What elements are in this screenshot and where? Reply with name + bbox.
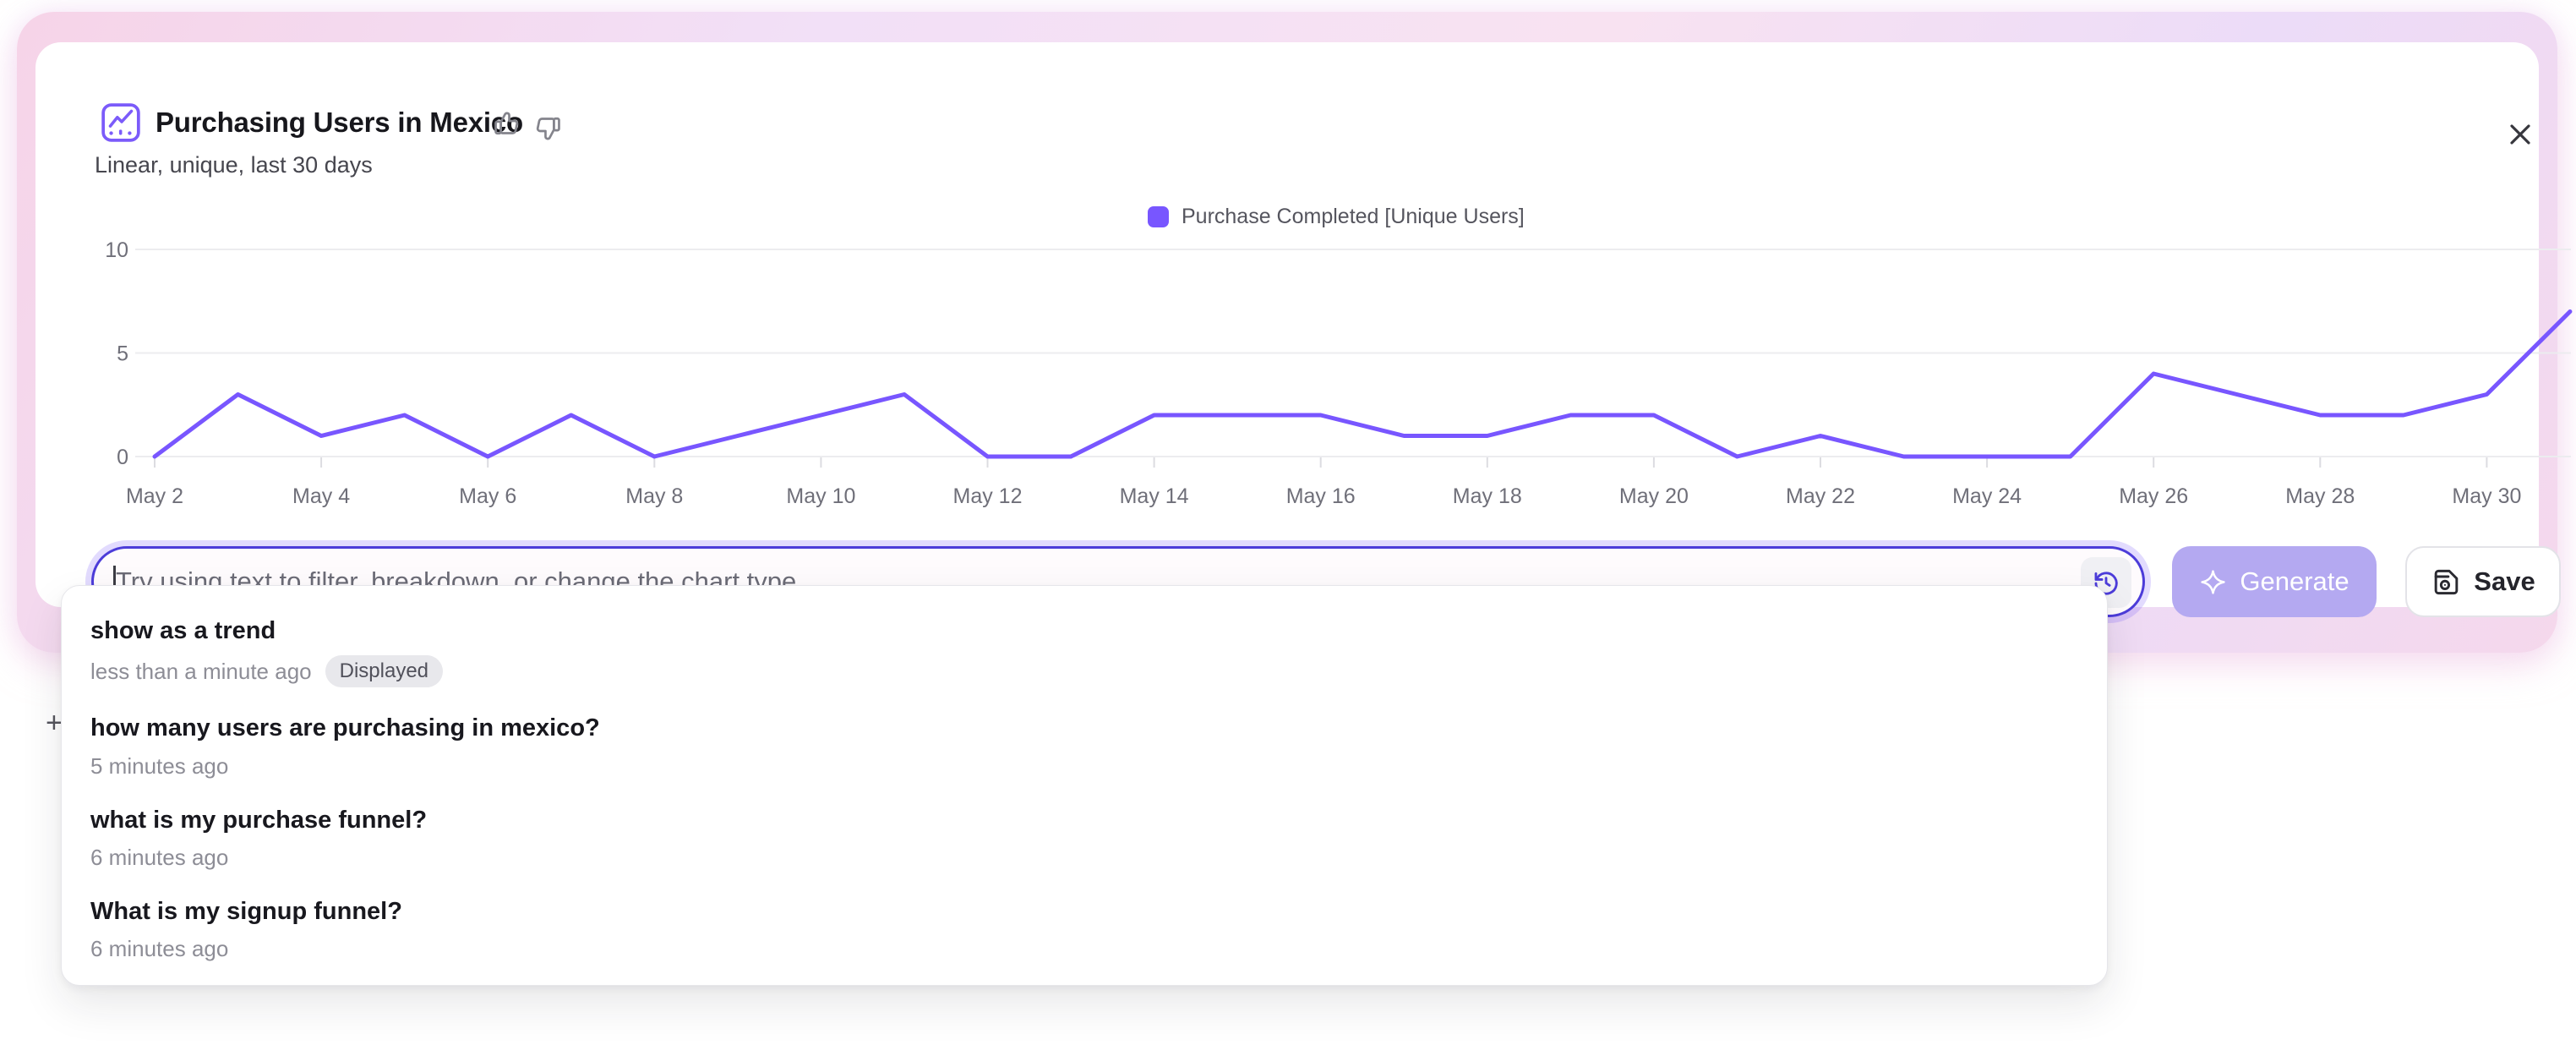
- insight-card: Purchasing Users in Mexico Linear, uniqu…: [35, 42, 2539, 607]
- history-dropdown: show as a trend less than a minute ago D…: [61, 585, 2108, 986]
- thumbs-down-icon: [534, 113, 563, 142]
- plus-icon: +: [46, 707, 63, 740]
- thumbs-up-button[interactable]: [492, 110, 521, 139]
- x-axis-label: May 8: [625, 484, 683, 508]
- y-axis-label: 10: [105, 238, 128, 262]
- x-axis-label: May 12: [953, 484, 1023, 508]
- close-button[interactable]: [2502, 117, 2539, 154]
- history-item[interactable]: how many users are purchasing in mexico?…: [62, 700, 2107, 791]
- history-item-time: 6 minutes ago: [90, 845, 228, 871]
- x-axis-label: May 18: [1453, 484, 1522, 508]
- sparkle-icon: [2199, 568, 2227, 596]
- generate-button[interactable]: Generate: [2172, 546, 2377, 617]
- page-background: Purchasing Users in Mexico Linear, uniqu…: [0, 0, 2576, 1045]
- thumbs-down-button[interactable]: [534, 113, 563, 142]
- history-item-time: 5 minutes ago: [90, 753, 228, 780]
- data-series-line: [155, 312, 2570, 457]
- x-axis-label: May 20: [1619, 484, 1689, 508]
- save-label: Save: [2474, 566, 2535, 597]
- y-axis-label: 5: [117, 342, 128, 366]
- close-icon: [2503, 118, 2537, 151]
- generate-label: Generate: [2240, 566, 2349, 597]
- legend-label: Purchase Completed [Unique Users]: [1182, 205, 1525, 229]
- history-item[interactable]: What is my signup funnel? 6 minutes ago: [62, 884, 2107, 975]
- history-item-query: how many users are purchasing in mexico?: [90, 713, 2078, 743]
- x-axis-label: May 22: [1786, 484, 1855, 508]
- y-axis-label: 0: [117, 446, 128, 469]
- history-item[interactable]: show as a trend less than a minute ago D…: [62, 603, 2107, 700]
- x-axis-label: May 28: [2285, 484, 2355, 508]
- history-item[interactable]: what is my purchase funnel? 6 minutes ag…: [62, 792, 2107, 884]
- x-axis-label: May 10: [786, 484, 855, 508]
- history-item-query: show as a trend: [90, 616, 2078, 646]
- history-item-time: less than a minute ago: [90, 659, 312, 685]
- legend-swatch: [1148, 206, 1169, 227]
- history-item-query: What is my signup funnel?: [90, 896, 2078, 927]
- history-item-time: 6 minutes ago: [90, 936, 228, 962]
- save-icon: [2431, 566, 2462, 598]
- card-subtitle: Linear, unique, last 30 days: [95, 152, 373, 178]
- save-button[interactable]: Save: [2405, 546, 2561, 617]
- x-axis-label: May 14: [1120, 484, 1189, 508]
- x-axis-label: May 4: [292, 484, 350, 508]
- card-title: Purchasing Users in Mexico: [156, 107, 523, 139]
- x-axis-label: May 30: [2452, 484, 2521, 508]
- chart-legend: Purchase Completed [Unique Users]: [1148, 205, 1525, 229]
- x-axis-label: May 26: [2119, 484, 2188, 508]
- x-axis-label: May 6: [459, 484, 516, 508]
- line-chart-icon: [100, 101, 142, 144]
- displayed-badge: Displayed: [325, 655, 443, 687]
- x-axis-label: May 16: [1286, 484, 1356, 508]
- thumbs-up-icon: [492, 110, 521, 139]
- x-axis-label: May 2: [126, 484, 183, 508]
- x-axis-label: May 24: [1952, 484, 2022, 508]
- history-item-query: what is my purchase funnel?: [90, 805, 2078, 835]
